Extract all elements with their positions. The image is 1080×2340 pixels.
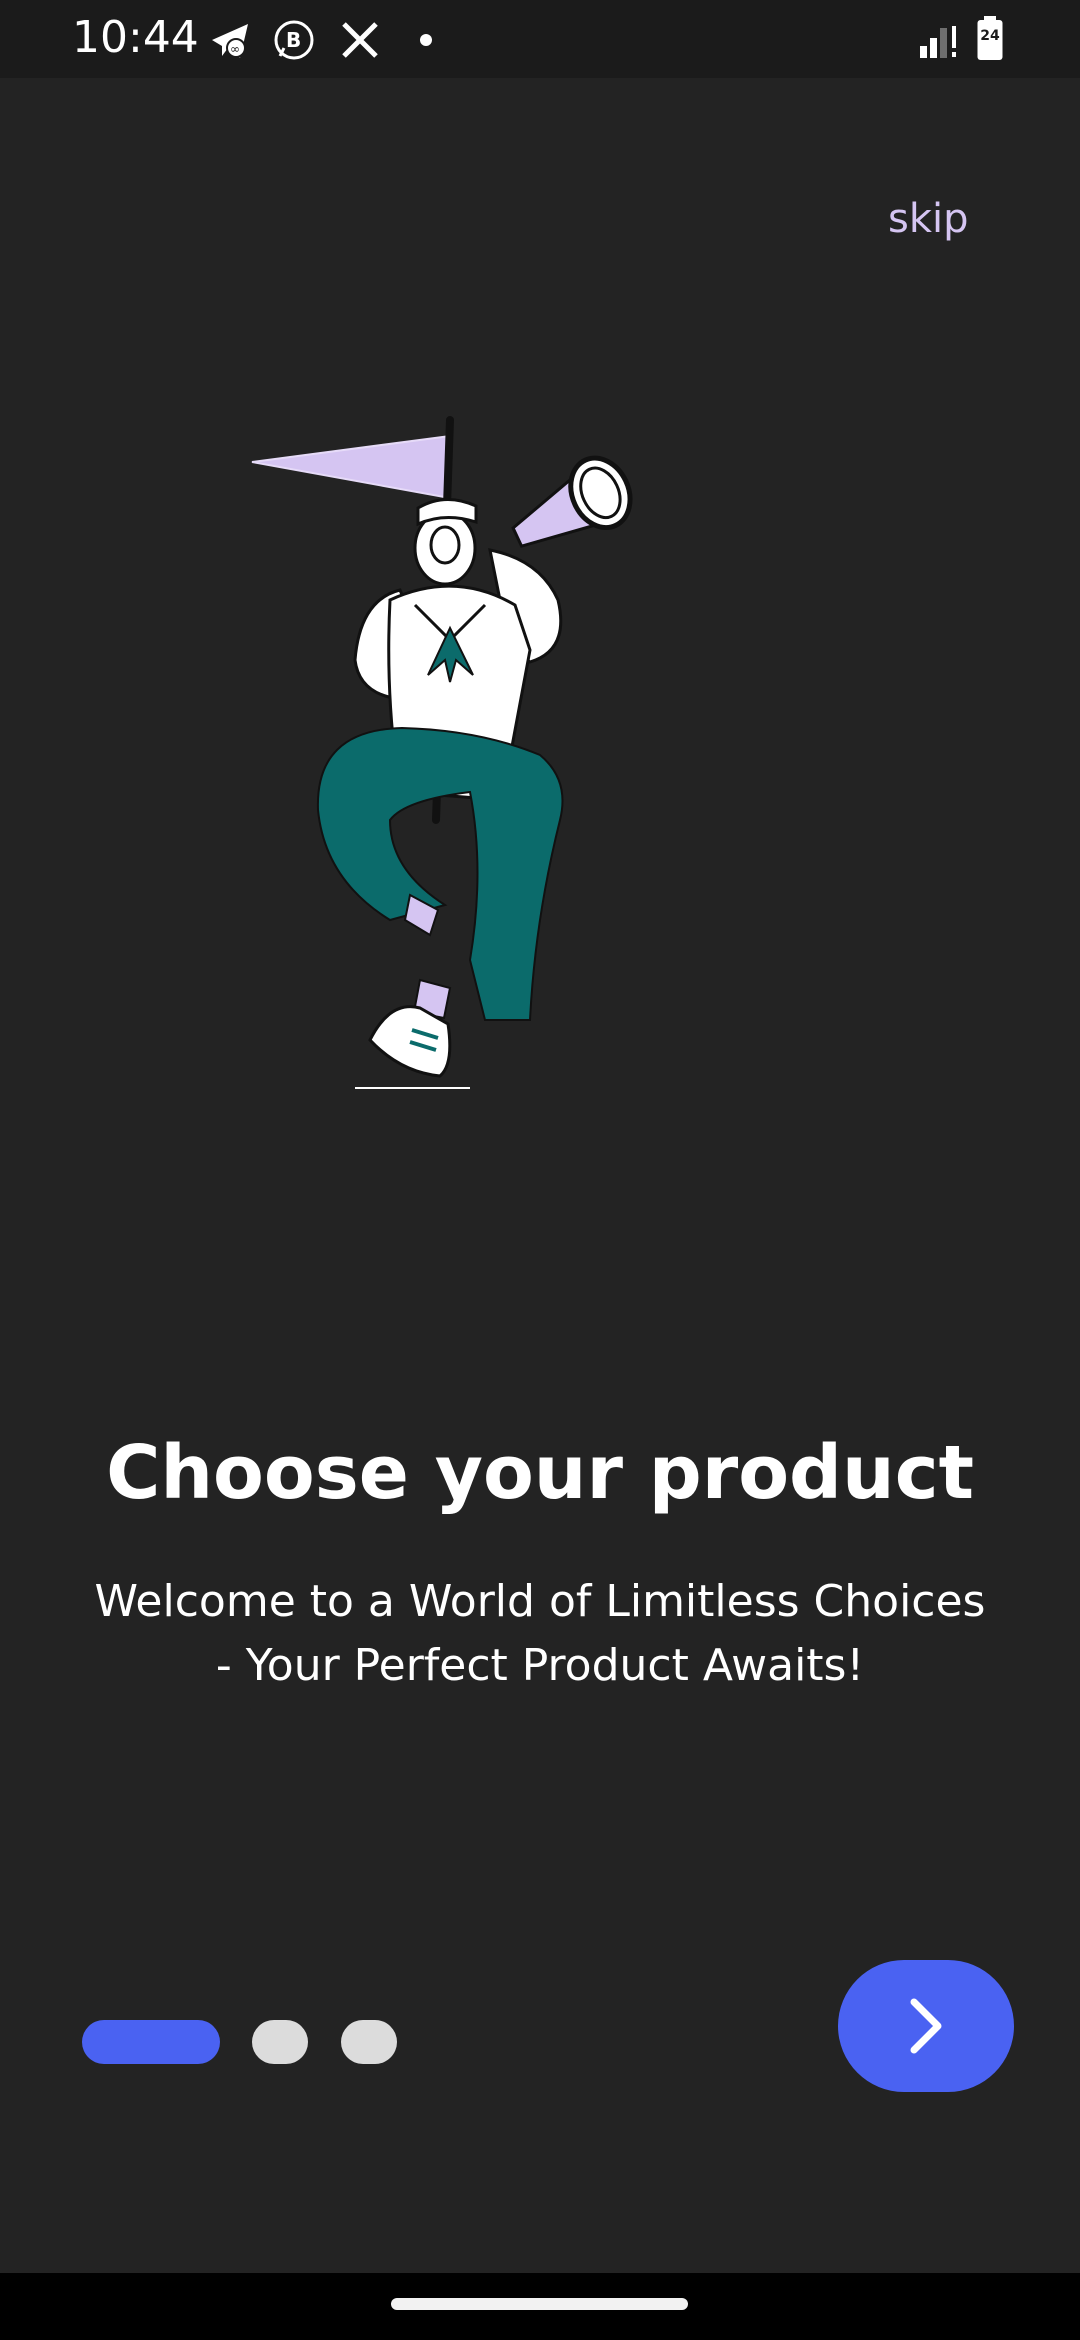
home-gesture-handle[interactable] [391, 2298, 688, 2310]
signal-icon [920, 26, 956, 58]
page-dot-1-active [82, 2020, 220, 2064]
skip-button[interactable]: skip [888, 196, 969, 242]
svg-text:B: B [286, 28, 301, 52]
whatsapp-business-icon: B [274, 20, 314, 60]
page-title: Choose your product [106, 1430, 974, 1516]
page-dot-2 [252, 2020, 308, 2064]
status-time: 10:44 [72, 12, 199, 63]
x-icon [342, 22, 378, 58]
subtitle-line-1: Welcome to a World of Limitless Choices [94, 1576, 986, 1627]
chevron-right-icon [910, 1998, 942, 2054]
status-bar: 10:44 ∞ B 24 [0, 0, 1080, 78]
dot-icon [420, 34, 432, 46]
battery-level: 24 [980, 28, 1000, 44]
battery-icon: 24 [976, 16, 1004, 62]
page-subtitle: Welcome to a World of Limitless Choices … [60, 1570, 1020, 1698]
page-dot-3 [341, 2020, 397, 2064]
sailor-illustration [251, 416, 633, 1089]
subtitle-line-2: - Your Perfect Product Awaits! [215, 1640, 865, 1691]
telegram-icon: ∞ [212, 24, 248, 58]
next-button[interactable] [838, 1960, 1014, 2092]
svg-text:∞: ∞ [230, 42, 240, 56]
